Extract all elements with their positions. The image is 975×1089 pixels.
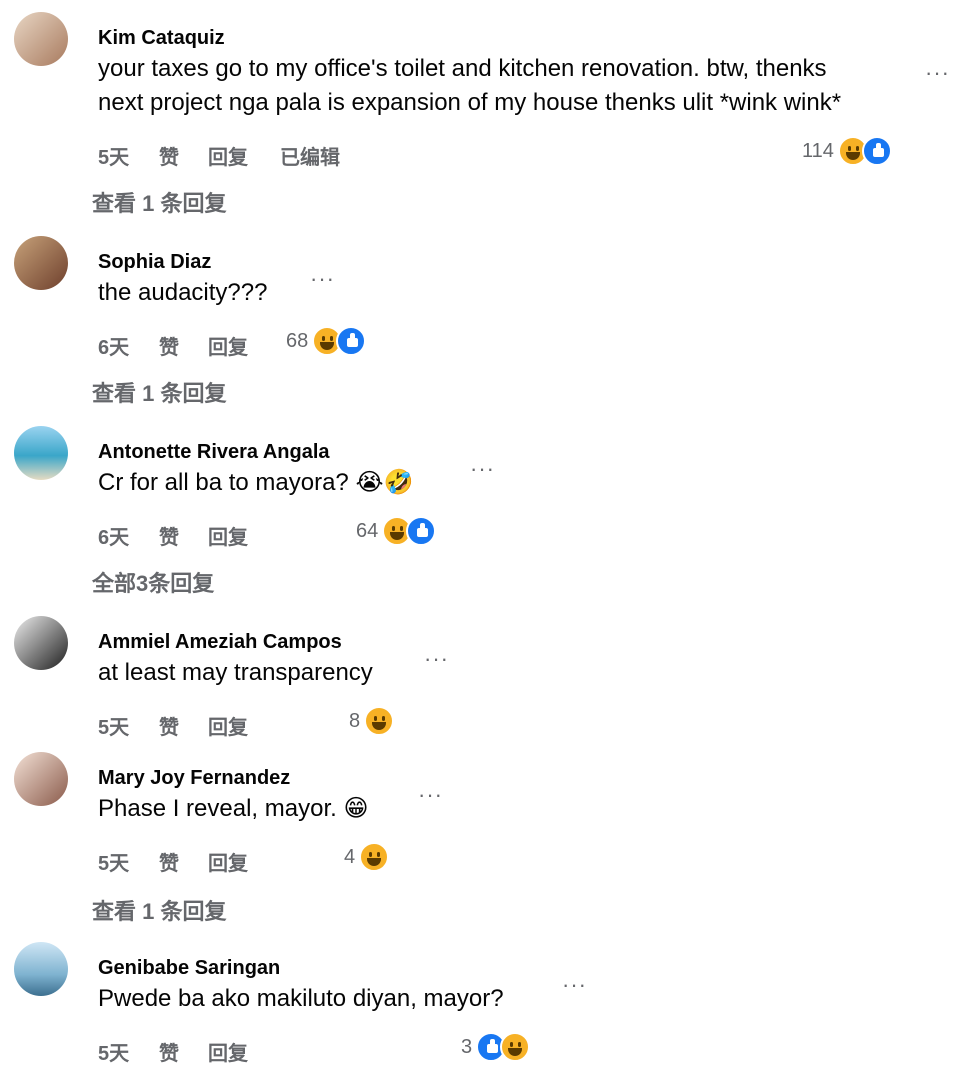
more-options-icon[interactable]: ··· xyxy=(418,784,443,806)
commenter-name[interactable]: Sophia Diaz xyxy=(98,251,211,274)
comment-text-line: Cr for all ba to mayora? 😭🤣 xyxy=(98,469,414,496)
avatar[interactable] xyxy=(14,942,68,996)
comment-text-line: next project nga pala is expansion of my… xyxy=(98,89,842,116)
like-icon xyxy=(861,136,892,166)
timestamp[interactable]: 5天 xyxy=(98,847,129,876)
reply-button[interactable]: 回复 xyxy=(208,711,248,740)
view-replies-link[interactable]: 查看 1 条回复 xyxy=(92,894,226,926)
reaction-summary[interactable]: 3 xyxy=(461,1032,531,1062)
reaction-count: 8 xyxy=(349,709,361,732)
more-options-icon[interactable]: ··· xyxy=(925,62,950,84)
avatar[interactable] xyxy=(14,236,68,290)
view-replies-link[interactable]: 查看 1 条回复 xyxy=(92,186,226,218)
commenter-name[interactable]: Genibabe Saringan xyxy=(98,957,280,980)
reaction-count: 3 xyxy=(461,1035,473,1058)
like-button[interactable]: 赞 xyxy=(159,331,179,360)
like-button[interactable]: 赞 xyxy=(159,1037,179,1066)
edited-label: 已编辑 xyxy=(280,147,340,169)
commenter-name[interactable]: Antonette Rivera Angala xyxy=(98,441,330,464)
comment-text-line: your taxes go to my office's toilet and … xyxy=(98,55,827,82)
timestamp[interactable]: 5天 xyxy=(98,141,129,170)
reply-button[interactable]: 回复 xyxy=(208,141,248,170)
haha-icon xyxy=(364,706,395,736)
avatar[interactable] xyxy=(14,12,68,66)
commenter-name[interactable]: Kim Cataquiz xyxy=(98,27,225,50)
like-icon xyxy=(406,516,437,546)
more-options-icon[interactable]: ··· xyxy=(310,268,335,290)
view-replies-link[interactable]: 查看 1 条回复 xyxy=(92,376,226,408)
reaction-summary[interactable]: 8 xyxy=(349,706,395,736)
more-options-icon[interactable]: ··· xyxy=(562,974,587,996)
timestamp[interactable]: 6天 xyxy=(98,521,129,550)
view-replies-link[interactable]: 全部3条回复 xyxy=(92,566,214,598)
reaction-count: 64 xyxy=(356,519,379,542)
reaction-summary[interactable]: 114 xyxy=(802,136,892,166)
like-button[interactable]: 赞 xyxy=(159,847,179,876)
reaction-summary[interactable]: 68 xyxy=(286,326,367,356)
reaction-summary[interactable]: 64 xyxy=(356,516,437,546)
like-button[interactable]: 赞 xyxy=(159,141,179,170)
comment-text-line: the audacity??? xyxy=(98,279,268,306)
reply-button[interactable]: 回复 xyxy=(208,847,248,876)
haha-icon xyxy=(359,842,390,872)
commenter-name[interactable]: Ammiel Ameziah Campos xyxy=(98,631,342,654)
comment-text-line: Pwede ba ako makiluto diyan, mayor? xyxy=(98,985,504,1012)
like-button[interactable]: 赞 xyxy=(159,521,179,550)
timestamp[interactable]: 5天 xyxy=(98,1037,129,1066)
avatar[interactable] xyxy=(14,616,68,670)
reaction-summary[interactable]: 4 xyxy=(344,842,390,872)
reaction-count: 4 xyxy=(344,845,356,868)
like-icon xyxy=(336,326,367,356)
comment-text-line: at least may transparency xyxy=(98,659,373,686)
reaction-count: 68 xyxy=(286,329,309,352)
more-options-icon[interactable]: ··· xyxy=(424,648,449,670)
reply-button[interactable]: 回复 xyxy=(208,1037,248,1066)
comment-text-line: Phase I reveal, mayor. 😁 xyxy=(98,795,369,822)
avatar[interactable] xyxy=(14,752,68,806)
like-button[interactable]: 赞 xyxy=(159,711,179,740)
reply-button[interactable]: 回复 xyxy=(208,331,248,360)
reaction-count: 114 xyxy=(802,139,834,162)
timestamp[interactable]: 5天 xyxy=(98,711,129,740)
commenter-name[interactable]: Mary Joy Fernandez xyxy=(98,767,290,790)
avatar[interactable] xyxy=(14,426,68,480)
timestamp[interactable]: 6天 xyxy=(98,331,129,360)
reply-button[interactable]: 回复 xyxy=(208,521,248,550)
haha-icon xyxy=(500,1032,531,1062)
more-options-icon[interactable]: ··· xyxy=(470,458,495,480)
